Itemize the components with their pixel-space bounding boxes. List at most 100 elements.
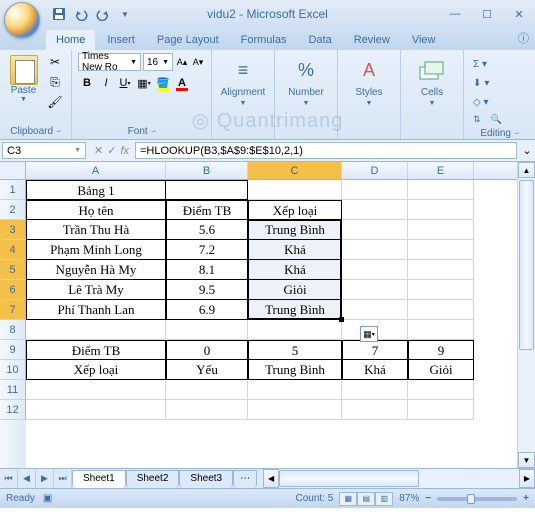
- col-header-D[interactable]: D: [342, 162, 408, 179]
- cell-C3[interactable]: Trung Bình: [248, 220, 342, 240]
- zoom-level[interactable]: 87%: [399, 493, 419, 504]
- cell-A11[interactable]: [26, 380, 166, 400]
- cell-D2[interactable]: [342, 200, 408, 220]
- zoom-out-button[interactable]: −: [425, 493, 431, 504]
- cell-E12[interactable]: [408, 400, 474, 420]
- horizontal-scrollbar[interactable]: ◀ ▶: [263, 469, 535, 488]
- fill-handle[interactable]: [339, 317, 344, 322]
- cell-A2[interactable]: Họ tên: [26, 200, 166, 220]
- cell-A8[interactable]: [26, 320, 166, 340]
- enter-formula-icon[interactable]: ✓: [107, 144, 116, 157]
- normal-view-icon[interactable]: ▦: [339, 492, 357, 506]
- sheet-tab-2[interactable]: Sheet2: [126, 470, 180, 488]
- row-header-4[interactable]: 4: [0, 240, 26, 260]
- cancel-formula-icon[interactable]: ✕: [94, 144, 103, 157]
- scroll-up-icon[interactable]: ▲: [518, 162, 535, 178]
- bold-button[interactable]: B: [78, 74, 96, 92]
- save-icon[interactable]: [50, 5, 68, 23]
- paste-button[interactable]: Paste ▼: [6, 53, 41, 111]
- row-header-6[interactable]: 6: [0, 280, 26, 300]
- cell-B12[interactable]: [166, 400, 248, 420]
- sheet-nav-first-icon[interactable]: ⏮: [0, 469, 18, 488]
- sheet-tab-1[interactable]: Sheet1: [72, 470, 126, 488]
- cell-B11[interactable]: [166, 380, 248, 400]
- styles-button[interactable]: A Styles ▼: [344, 53, 394, 109]
- cell-A4[interactable]: Phạm Minh Long: [26, 240, 166, 260]
- redo-icon[interactable]: [94, 5, 112, 23]
- sheet-nav-prev-icon[interactable]: ◀: [18, 469, 36, 488]
- fill-button[interactable]: ⬇ ▾: [470, 74, 529, 92]
- font-size-select[interactable]: 16▼: [143, 53, 173, 71]
- zoom-thumb[interactable]: [467, 494, 475, 504]
- cell-D7[interactable]: [342, 300, 408, 320]
- number-button[interactable]: % Number ▼: [281, 53, 331, 109]
- col-header-B[interactable]: B: [166, 162, 248, 179]
- tab-insert[interactable]: Insert: [97, 30, 145, 50]
- vertical-scrollbar[interactable]: ▲ ▼: [517, 162, 535, 468]
- cell-B9[interactable]: 0: [166, 340, 248, 360]
- zoom-slider[interactable]: [437, 497, 517, 501]
- name-box[interactable]: C3▼: [2, 142, 86, 159]
- cell-E2[interactable]: [408, 200, 474, 220]
- scroll-down-icon[interactable]: ▼: [518, 452, 535, 468]
- cell-D5[interactable]: [342, 260, 408, 280]
- cell-B10[interactable]: Yếu: [166, 360, 248, 380]
- office-button[interactable]: [4, 2, 40, 38]
- formula-input[interactable]: =HLOOKUP(B3,$A$9:$E$10,2,1): [135, 142, 517, 159]
- row-header-10[interactable]: 10: [0, 360, 26, 380]
- row-header-2[interactable]: 2: [0, 200, 26, 220]
- cell-A12[interactable]: [26, 400, 166, 420]
- cell-E7[interactable]: [408, 300, 474, 320]
- tab-formulas[interactable]: Formulas: [231, 30, 297, 50]
- row-header-12[interactable]: 12: [0, 400, 26, 420]
- cell-B7[interactable]: 6.9: [166, 300, 248, 320]
- cell-B5[interactable]: 8.1: [166, 260, 248, 280]
- cell-C10[interactable]: Trung Bình: [248, 360, 342, 380]
- col-header-C[interactable]: C: [248, 162, 342, 179]
- close-button[interactable]: ✕: [507, 5, 531, 23]
- cell-D9[interactable]: 7: [342, 340, 408, 360]
- cell-D3[interactable]: [342, 220, 408, 240]
- cell-A9[interactable]: Điểm TB: [26, 340, 166, 360]
- shrink-font-icon[interactable]: A▾: [191, 53, 205, 71]
- horizontal-scroll-thumb[interactable]: [279, 470, 419, 487]
- tab-view[interactable]: View: [402, 30, 446, 50]
- underline-button[interactable]: U▾: [116, 74, 134, 92]
- alignment-button[interactable]: ≡ Alignment ▼: [218, 53, 268, 109]
- undo-icon[interactable]: [72, 5, 90, 23]
- cell-A5[interactable]: Nguyễn Hà My: [26, 260, 166, 280]
- cell-A1[interactable]: Bảng 1: [26, 180, 166, 200]
- col-header-A[interactable]: A: [26, 162, 166, 179]
- cell-A7[interactable]: Phí Thanh Lan: [26, 300, 166, 320]
- fx-icon[interactable]: fx: [120, 145, 129, 157]
- maximize-button[interactable]: ☐: [475, 5, 499, 23]
- cut-icon[interactable]: ✂: [45, 53, 65, 71]
- zoom-in-button[interactable]: +: [523, 493, 529, 504]
- font-color-button[interactable]: A: [173, 74, 191, 92]
- cell-D11[interactable]: [342, 380, 408, 400]
- select-all-corner[interactable]: [0, 162, 26, 180]
- cell-B2[interactable]: Điểm TB: [166, 200, 248, 220]
- cell-A10[interactable]: Xếp loại: [26, 360, 166, 380]
- row-header-11[interactable]: 11: [0, 380, 26, 400]
- cell-C7[interactable]: Trung Bình: [248, 300, 342, 320]
- expand-formula-bar-icon[interactable]: ⌄: [519, 140, 535, 161]
- row-header-8[interactable]: 8: [0, 320, 26, 340]
- tab-page-layout[interactable]: Page Layout: [147, 30, 229, 50]
- scroll-right-icon[interactable]: ▶: [519, 469, 535, 488]
- qat-customize-icon[interactable]: ▼: [116, 5, 134, 23]
- vertical-scroll-thumb[interactable]: [519, 180, 534, 350]
- border-button[interactable]: ▦▾: [135, 74, 153, 92]
- cell-B1[interactable]: [166, 180, 248, 200]
- sort-filter-button[interactable]: ⇅: [470, 113, 484, 126]
- font-name-select[interactable]: Times New Ro▼: [78, 53, 141, 71]
- cell-E6[interactable]: [408, 280, 474, 300]
- cell-B4[interactable]: 7.2: [166, 240, 248, 260]
- cells-area[interactable]: Bảng 1Họ tênĐiểm TBXếp loạiTrần Thu Hà5.…: [26, 180, 517, 468]
- grow-font-icon[interactable]: A▴: [175, 53, 189, 71]
- cell-A3[interactable]: Trần Thu Hà: [26, 220, 166, 240]
- cell-B6[interactable]: 9.5: [166, 280, 248, 300]
- row-header-7[interactable]: 7: [0, 300, 26, 320]
- cell-C4[interactable]: Khá: [248, 240, 342, 260]
- cell-E3[interactable]: [408, 220, 474, 240]
